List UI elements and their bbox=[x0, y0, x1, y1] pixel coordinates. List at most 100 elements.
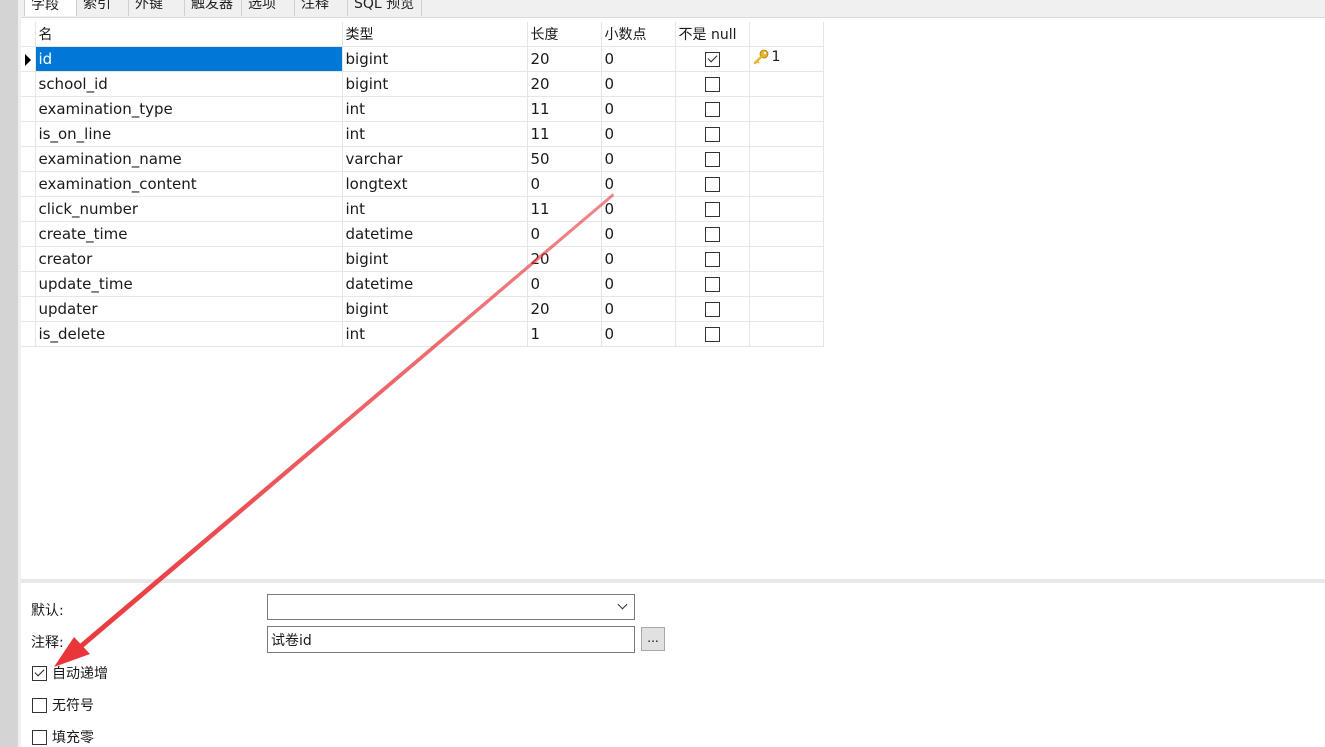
field-decimals-cell[interactable]: 0 bbox=[601, 321, 676, 347]
not-null-cell[interactable] bbox=[675, 171, 750, 197]
not-null-cell[interactable] bbox=[675, 296, 750, 322]
column-header-decimals[interactable]: 小数点 bbox=[601, 22, 676, 47]
tab-triggers[interactable]: 触发器 bbox=[185, 0, 242, 16]
field-type-cell[interactable]: bigint bbox=[342, 46, 528, 72]
table-row[interactable]: click_number int 11 0 bbox=[21, 196, 824, 222]
unsigned-checkbox[interactable] bbox=[32, 697, 47, 713]
table-row[interactable]: examination_content longtext 0 0 bbox=[21, 171, 824, 197]
field-length-cell[interactable]: 50 bbox=[527, 146, 602, 172]
key-cell[interactable] bbox=[749, 296, 824, 322]
comment-input[interactable] bbox=[267, 626, 635, 653]
field-name-cell[interactable]: is_on_line bbox=[35, 121, 343, 147]
zerofill-row[interactable]: 填充零 bbox=[32, 727, 94, 747]
table-row[interactable]: is_delete int 1 0 bbox=[21, 321, 824, 347]
field-type-cell[interactable]: int bbox=[342, 321, 528, 347]
key-cell[interactable] bbox=[749, 196, 824, 222]
tab-indexes[interactable]: 索引 bbox=[77, 0, 129, 16]
table-row[interactable]: update_time datetime 0 0 bbox=[21, 271, 824, 297]
field-name-cell[interactable]: creator bbox=[35, 246, 343, 272]
auto-increment-checkbox[interactable] bbox=[32, 665, 47, 681]
not-null-cell[interactable] bbox=[675, 46, 750, 72]
field-length-cell[interactable]: 0 bbox=[527, 171, 602, 197]
field-decimals-cell[interactable]: 0 bbox=[601, 296, 676, 322]
column-header-length[interactable]: 长度 bbox=[527, 22, 602, 47]
field-decimals-cell[interactable]: 0 bbox=[601, 196, 676, 222]
row-header[interactable] bbox=[21, 96, 36, 122]
field-length-cell[interactable]: 0 bbox=[527, 221, 602, 247]
not-null-checkbox[interactable] bbox=[704, 227, 720, 242]
not-null-cell[interactable] bbox=[675, 146, 750, 172]
row-header[interactable] bbox=[21, 321, 36, 347]
field-type-cell[interactable]: datetime bbox=[342, 221, 528, 247]
field-length-cell[interactable]: 11 bbox=[527, 96, 602, 122]
table-row[interactable]: is_on_line int 11 0 bbox=[21, 121, 824, 147]
row-header[interactable] bbox=[21, 171, 36, 197]
field-name-cell[interactable]: click_number bbox=[35, 196, 343, 222]
field-decimals-cell[interactable]: 0 bbox=[601, 246, 676, 272]
field-name-cell[interactable]: examination_name bbox=[35, 146, 343, 172]
not-null-cell[interactable] bbox=[675, 246, 750, 272]
field-type-cell[interactable]: int bbox=[342, 96, 528, 122]
field-decimals-cell[interactable]: 0 bbox=[601, 121, 676, 147]
field-length-cell[interactable]: 11 bbox=[527, 196, 602, 222]
column-header-key[interactable] bbox=[749, 22, 824, 47]
table-row[interactable]: create_time datetime 0 0 bbox=[21, 221, 824, 247]
not-null-checkbox[interactable] bbox=[704, 327, 720, 342]
not-null-checkbox[interactable] bbox=[704, 302, 720, 317]
field-length-cell[interactable]: 20 bbox=[527, 71, 602, 97]
not-null-checkbox[interactable] bbox=[704, 277, 720, 292]
field-name-cell[interactable]: is_delete bbox=[35, 321, 343, 347]
column-header-name[interactable]: 名 bbox=[35, 22, 343, 47]
field-length-cell[interactable]: 1 bbox=[527, 321, 602, 347]
not-null-cell[interactable] bbox=[675, 96, 750, 122]
field-name-cell[interactable]: update_time bbox=[35, 271, 343, 297]
field-decimals-cell[interactable]: 0 bbox=[601, 71, 676, 97]
table-row[interactable]: examination_type int 11 0 bbox=[21, 96, 824, 122]
not-null-checkbox[interactable] bbox=[704, 77, 720, 92]
field-decimals-cell[interactable]: 0 bbox=[601, 46, 676, 72]
row-header[interactable] bbox=[21, 121, 36, 147]
field-type-cell[interactable]: bigint bbox=[342, 296, 528, 322]
key-cell[interactable] bbox=[749, 271, 824, 297]
not-null-cell[interactable] bbox=[675, 71, 750, 97]
row-header[interactable] bbox=[21, 71, 36, 97]
not-null-checkbox[interactable] bbox=[704, 252, 720, 267]
field-type-cell[interactable]: varchar bbox=[342, 146, 528, 172]
field-name-cell[interactable]: updater bbox=[35, 296, 343, 322]
key-cell[interactable] bbox=[749, 146, 824, 172]
not-null-checkbox[interactable] bbox=[704, 52, 720, 67]
tab-sql-preview[interactable]: SQL 预览 bbox=[348, 0, 422, 16]
table-row[interactable]: examination_name varchar 50 0 bbox=[21, 146, 824, 172]
row-header[interactable] bbox=[21, 196, 36, 222]
field-decimals-cell[interactable]: 0 bbox=[601, 221, 676, 247]
field-name-cell[interactable]: examination_type bbox=[35, 96, 343, 122]
field-decimals-cell[interactable]: 0 bbox=[601, 146, 676, 172]
key-cell[interactable] bbox=[749, 246, 824, 272]
tab-comment[interactable]: 注释 bbox=[295, 0, 348, 16]
key-cell[interactable] bbox=[749, 71, 824, 97]
field-name-cell[interactable]: id bbox=[35, 46, 343, 72]
tab-foreign-keys[interactable]: 外键 bbox=[129, 0, 185, 16]
field-name-cell[interactable]: create_time bbox=[35, 221, 343, 247]
field-length-cell[interactable]: 20 bbox=[527, 246, 602, 272]
row-header[interactable] bbox=[21, 146, 36, 172]
tab-fields[interactable]: 字段 bbox=[24, 0, 77, 16]
field-decimals-cell[interactable]: 0 bbox=[601, 271, 676, 297]
field-length-cell[interactable]: 20 bbox=[527, 296, 602, 322]
field-type-cell[interactable]: bigint bbox=[342, 71, 528, 97]
field-length-cell[interactable]: 0 bbox=[527, 271, 602, 297]
not-null-checkbox[interactable] bbox=[704, 177, 720, 192]
key-cell[interactable] bbox=[749, 171, 824, 197]
tab-options[interactable]: 选项 bbox=[242, 0, 295, 16]
row-header[interactable] bbox=[21, 271, 36, 297]
auto-increment-row[interactable]: 自动递增 bbox=[32, 663, 108, 683]
field-type-cell[interactable]: bigint bbox=[342, 246, 528, 272]
table-row[interactable]: id bigint 20 0 1 bbox=[21, 46, 824, 72]
field-name-cell[interactable]: school_id bbox=[35, 71, 343, 97]
table-row[interactable]: updater bigint 20 0 bbox=[21, 296, 824, 322]
comment-ellipsis-button[interactable]: ... bbox=[641, 627, 665, 651]
row-header[interactable] bbox=[21, 46, 36, 72]
not-null-cell[interactable] bbox=[675, 221, 750, 247]
field-length-cell[interactable]: 11 bbox=[527, 121, 602, 147]
not-null-checkbox[interactable] bbox=[704, 202, 720, 217]
